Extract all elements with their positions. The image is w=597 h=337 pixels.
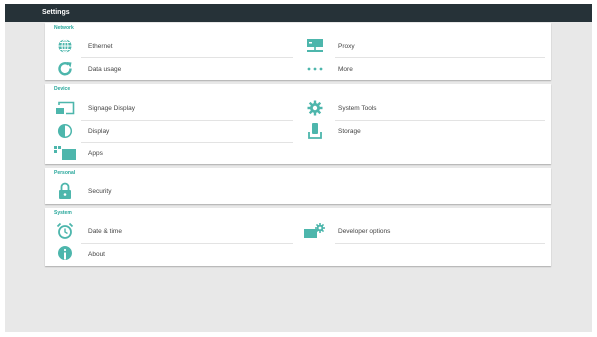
setting-label: About [88,250,105,258]
setting-label: Signage Display [88,104,135,112]
refresh-icon [54,60,76,78]
divider [81,142,293,143]
setting-about[interactable]: About [54,243,105,265]
section-device: Device Signage Display System Tools Disp… [45,84,551,164]
cast-display-icon [54,99,76,117]
section-network: Network Ethernet Proxy Data usage More [45,23,551,80]
setting-label: Date & time [88,227,122,235]
setting-signage-display[interactable]: Signage Display [54,97,135,119]
divider [335,57,545,58]
setting-ethernet[interactable]: Ethernet [54,35,113,57]
setting-display[interactable]: Display [54,120,109,142]
setting-date-time[interactable]: Date & time [54,220,122,242]
setting-apps[interactable]: Apps [54,142,103,164]
setting-label: More [338,65,353,73]
brightness-icon [54,122,76,140]
setting-label: Apps [88,149,103,157]
setting-label: Developer options [338,227,391,235]
page-title: Settings [5,4,592,22]
section-header-device: Device [54,86,71,92]
setting-label: Security [88,187,112,195]
setting-proxy[interactable]: Proxy [304,35,355,57]
more-dots-icon [304,60,326,78]
alarm-clock-icon [54,222,76,240]
section-header-network: Network [54,25,74,31]
divider [335,243,545,244]
setting-label: Proxy [338,42,355,50]
divider [81,120,293,121]
setting-system-tools[interactable]: System Tools [304,97,377,119]
storage-icon [304,122,326,140]
setting-data-usage[interactable]: Data usage [54,58,121,80]
setting-more[interactable]: More [304,58,353,80]
setting-label: System Tools [338,104,377,112]
section-personal: Personal Security [45,168,551,204]
network-icon [304,37,326,55]
setting-label: Display [88,127,110,135]
section-header-personal: Personal [54,170,76,176]
setting-label: Storage [338,127,361,135]
setting-label: Ethernet [88,42,113,50]
info-icon [54,245,76,263]
setting-security[interactable]: Security [54,180,111,202]
globe-icon [54,37,76,55]
setting-storage[interactable]: Storage [304,120,361,142]
section-header-system: System [54,210,72,216]
gear-icon [304,99,326,117]
divider [81,243,293,244]
setting-label: Data usage [88,65,122,73]
apps-icon [54,144,76,162]
divider [335,120,545,121]
settings-window: Settings Network Ethernet Proxy Data usa… [5,4,592,332]
developer-gear-icon [304,222,326,240]
section-system: System Date & time Developer options Abo… [45,208,551,266]
lock-icon [54,182,76,200]
setting-developer-options[interactable]: Developer options [304,220,390,242]
